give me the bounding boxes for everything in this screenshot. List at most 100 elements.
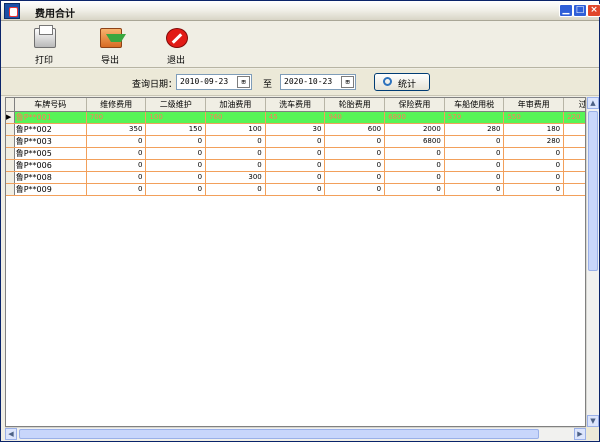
calendar-icon[interactable]: ⊞ <box>237 76 250 88</box>
calendar-icon[interactable]: ⊞ <box>341 76 354 88</box>
plate-cell[interactable]: 鲁P**008 <box>14 171 87 184</box>
column-header[interactable]: 车牌号码 <box>14 98 87 112</box>
row-indicator[interactable] <box>6 147 15 160</box>
fee-cell[interactable]: 0 <box>444 183 505 196</box>
fee-cell[interactable]: 6800 <box>384 135 445 148</box>
fee-cell[interactable]: 0 <box>384 159 445 172</box>
fee-cell[interactable]: 220 <box>563 111 585 124</box>
column-header[interactable]: 车船使用税 <box>444 98 505 112</box>
fee-cell[interactable]: 0 <box>205 183 266 196</box>
row-indicator[interactable] <box>6 183 15 196</box>
fee-cell[interactable]: 570 <box>444 111 505 124</box>
column-header[interactable]: 加油费用 <box>205 98 266 112</box>
fee-cell[interactable]: 0 <box>145 183 207 196</box>
fee-cell[interactable]: 150 <box>145 123 207 136</box>
fee-cell[interactable]: 0 <box>265 135 326 148</box>
fee-cell[interactable]: 0 <box>324 171 386 184</box>
export-button[interactable]: 导出 <box>91 26 129 66</box>
fee-cell[interactable]: 0 <box>265 171 326 184</box>
maximize-button[interactable]: □ <box>573 4 587 17</box>
fee-cell[interactable]: 0 <box>145 147 207 160</box>
scroll-right-icon[interactable]: ▶ <box>574 428 586 440</box>
fee-cell[interactable]: 550 <box>503 111 565 124</box>
fee-cell[interactable]: 0 <box>86 183 147 196</box>
current-row-pointer-icon[interactable]: ▶ <box>6 111 15 124</box>
column-header[interactable]: 二级维护 <box>145 98 207 112</box>
fee-cell[interactable]: 0 <box>86 147 147 160</box>
fee-cell[interactable]: 0 <box>324 159 386 172</box>
table-row[interactable]: 鲁P**003 0 0 0 0 0 6800 0 280 <box>6 135 585 148</box>
table-row[interactable]: 鲁P**006 0 0 0 0 0 0 0 0 <box>6 159 585 172</box>
fee-cell[interactable]: 0 <box>503 147 565 160</box>
fee-cell[interactable]: 280 <box>503 135 565 148</box>
column-header[interactable]: 过路费用 <box>563 98 585 112</box>
exit-button[interactable]: 退出 <box>157 26 195 66</box>
fee-cell[interactable]: 0 <box>265 159 326 172</box>
vertical-scroll-thumb[interactable] <box>588 111 598 271</box>
fee-cell[interactable]: 0 <box>205 147 266 160</box>
fee-cell[interactable]: 0 <box>205 135 266 148</box>
column-header[interactable]: 年审费用 <box>503 98 565 112</box>
scroll-down-icon[interactable]: ▼ <box>587 415 599 427</box>
table-row[interactable]: 鲁P**008 0 0 300 0 0 0 0 0 <box>6 171 585 184</box>
horizontal-scroll-thumb[interactable] <box>19 429 539 439</box>
fee-cell[interactable]: 0 <box>265 183 326 196</box>
table-row[interactable]: 鲁P**009 0 0 0 0 0 0 0 0 <box>6 183 585 196</box>
fee-cell[interactable]: 300 <box>205 171 266 184</box>
fee-cell[interactable]: 0 <box>265 147 326 160</box>
start-date-input[interactable]: 2010-09-23 ⊞ <box>176 74 252 90</box>
horizontal-scrollbar[interactable]: ◀ ▶ <box>5 427 586 440</box>
row-indicator[interactable] <box>6 123 15 136</box>
fee-cell[interactable]: 2000 <box>384 123 445 136</box>
scroll-up-icon[interactable]: ▲ <box>587 97 599 109</box>
print-button[interactable]: 打印 <box>25 25 63 66</box>
fee-cell[interactable]: 0 <box>324 147 386 160</box>
fee-cell[interactable]: 0 <box>384 183 445 196</box>
table-row[interactable]: 鲁P**0023501501003060020002801808 <box>6 123 585 136</box>
fee-cell[interactable]: 0 <box>444 159 505 172</box>
fee-cell[interactable]: 0 <box>503 171 565 184</box>
fee-cell[interactable]: 0 <box>145 159 207 172</box>
fee-cell[interactable] <box>563 159 585 172</box>
fee-cell[interactable]: 0 <box>324 183 386 196</box>
fee-cell[interactable]: 600 <box>324 123 386 136</box>
minimize-button[interactable]: ▁ <box>559 4 573 17</box>
plate-cell[interactable]: 鲁P**002 <box>14 123 87 136</box>
fee-cell[interactable]: 940 <box>324 111 386 124</box>
fee-cell[interactable]: 760 <box>205 111 266 124</box>
fee-cell[interactable]: 6800 <box>384 111 445 124</box>
fee-cell[interactable]: 0 <box>205 159 266 172</box>
plate-cell[interactable]: 鲁P**009 <box>14 183 87 196</box>
row-indicator[interactable] <box>6 135 15 148</box>
fee-cell[interactable]: 0 <box>86 171 147 184</box>
fee-cell[interactable]: 0 <box>503 159 565 172</box>
fee-cell[interactable]: 0 <box>384 171 445 184</box>
fee-cell[interactable]: 350 <box>86 123 147 136</box>
table-row[interactable]: ▶ 鲁P**001 700 100 760 45 940 6800 570 550 220 <box>6 111 585 124</box>
fee-cell[interactable]: 0 <box>145 135 207 148</box>
close-button[interactable]: × <box>587 4 600 17</box>
plate-cell[interactable]: 鲁P**003 <box>14 135 87 148</box>
statistics-button[interactable]: 统计 <box>374 73 430 91</box>
plate-cell[interactable]: 鲁P**001 <box>14 111 87 124</box>
fee-cell[interactable]: 0 <box>444 147 505 160</box>
fee-cell[interactable]: 0 <box>444 171 505 184</box>
column-header[interactable]: 轮胎费用 <box>324 98 386 112</box>
table-row[interactable]: 鲁P**005 0 0 0 0 0 0 0 0 <box>6 147 585 160</box>
fee-cell[interactable]: 0 <box>86 159 147 172</box>
column-header[interactable]: 保险费用 <box>384 98 445 112</box>
fee-cell[interactable] <box>563 135 585 148</box>
fee-table-grid[interactable]: 车牌号码维修费用二级维护加油费用洗车费用轮胎费用保险费用车船使用税年审费用过路费… <box>5 97 586 427</box>
column-header[interactable]: 维修费用 <box>86 98 147 112</box>
plate-cell[interactable]: 鲁P**006 <box>14 159 87 172</box>
fee-cell[interactable] <box>563 171 585 184</box>
fee-cell[interactable]: 8 <box>563 123 585 136</box>
vertical-scrollbar[interactable]: ▲ ▼ <box>586 97 599 427</box>
fee-cell[interactable]: 0 <box>324 135 386 148</box>
column-header[interactable]: 洗车费用 <box>265 98 326 112</box>
fee-cell[interactable]: 0 <box>384 147 445 160</box>
fee-cell[interactable]: 280 <box>444 123 505 136</box>
row-indicator[interactable] <box>6 171 15 184</box>
fee-cell[interactable] <box>563 147 585 160</box>
scroll-left-icon[interactable]: ◀ <box>5 428 17 440</box>
